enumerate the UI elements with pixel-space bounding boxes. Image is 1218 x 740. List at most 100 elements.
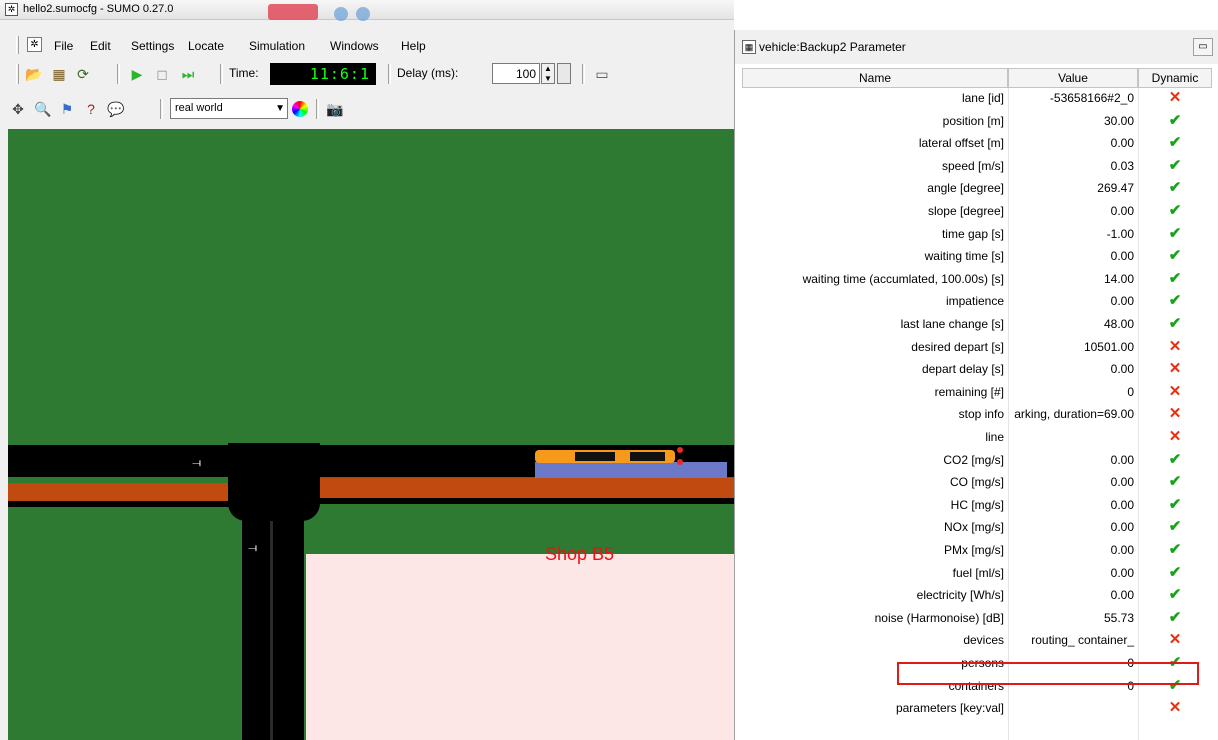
window-menu-icon[interactable]: ✲ [27, 37, 42, 52]
param-name: impatience [945, 294, 1004, 309]
param-name: HC [mg/s] [950, 497, 1004, 512]
menu-settings[interactable]: Settings [131, 39, 174, 53]
checkmark-icon: ✔ [1168, 586, 1182, 604]
vehicle-backup2[interactable] [535, 447, 685, 465]
open-network-icon[interactable]: ▦ [49, 64, 69, 84]
time-label: Time: [229, 66, 259, 80]
checkmark-icon: ✔ [1168, 450, 1182, 468]
table-row[interactable]: angle [degree] 269.47 ✔ [742, 178, 1212, 198]
shop-label: Shop B5 [545, 544, 615, 564]
lane-divider [270, 521, 273, 740]
menu-simulation[interactable]: Simulation [249, 39, 305, 53]
main-window-title: hello2.sumocfg - SUMO 0.27.0 [23, 3, 174, 15]
minimize-icon[interactable]: ▭ [1193, 38, 1213, 56]
delay-spinner[interactable]: ▲ ▼ [541, 63, 555, 84]
param-name: time gap [s] [941, 226, 1004, 241]
road-edge [8, 501, 236, 507]
table-row[interactable]: impatience 0.00 ✔ [742, 291, 1212, 311]
query-icon[interactable]: ? [81, 99, 101, 119]
cross-icon: ✕ [1168, 428, 1182, 445]
checkmark-icon: ✔ [1168, 156, 1182, 174]
table-row[interactable]: remaining [#] 0 ✕ [742, 382, 1212, 402]
checkmark-icon: ✔ [1168, 111, 1182, 129]
checkmark-icon: ✔ [1168, 179, 1182, 197]
table-row[interactable]: devices routing_ container_ ✕ [742, 630, 1212, 650]
stop-icon[interactable]: ◻ [152, 64, 172, 84]
run-icon[interactable]: ▶ [127, 64, 147, 84]
open-config-icon[interactable]: 📂 [24, 64, 44, 84]
table-row[interactable]: stop info arking, duration=69.00 ✕ [742, 404, 1212, 424]
table-row[interactable]: CO2 [mg/s] 0.00 ✔ [742, 450, 1212, 470]
table-row[interactable]: lateral offset [m] 0.00 ✔ [742, 133, 1212, 153]
param-value: 0.00 [1110, 520, 1134, 535]
intersection [228, 443, 320, 521]
param-name: position [m] [942, 113, 1004, 128]
param-value: 0.00 [1110, 497, 1134, 512]
table-row[interactable]: NOx [mg/s] 0.00 ✔ [742, 517, 1212, 537]
tooltip-icon[interactable]: 💬 [106, 99, 126, 119]
step-icon[interactable]: ⏭ [178, 64, 198, 84]
simulation-map-canvas[interactable]: Shop B5 ⟞ ⟞ [8, 129, 734, 740]
checkmark-icon: ✔ [1168, 292, 1182, 310]
column-header-name[interactable]: Name [742, 68, 1008, 88]
param-name: fuel [ml/s] [952, 565, 1004, 580]
menu-edit[interactable]: Edit [90, 39, 111, 53]
table-row[interactable]: waiting time (accumlated, 100.00s) [s] 14… [742, 269, 1212, 289]
param-value: 0.03 [1110, 158, 1134, 173]
column-header-value[interactable]: Value [1008, 68, 1138, 88]
checkmark-icon: ✔ [1168, 541, 1182, 558]
table-row[interactable]: last lane change [s] 48.00 ✔ [742, 314, 1212, 334]
param-name: desired depart [s] [911, 339, 1004, 354]
table-row[interactable]: HC [mg/s] 0.00 ✔ [742, 495, 1212, 515]
checkmark-icon: ✔ [1168, 224, 1182, 242]
table-row[interactable]: line ✕ [742, 427, 1212, 447]
checkmark-icon: ✔ [1168, 315, 1182, 332]
table-row[interactable]: position [m] 30.00 ✔ [742, 111, 1212, 131]
toolbar-separator [117, 64, 120, 84]
param-value: 0.00 [1110, 136, 1134, 151]
simulation-toolbar: 📂 ▦ ⟳ ▶ ◻ ⏭ Time: 11:6:1 Delay (ms): ▲▼ … [0, 60, 734, 88]
param-value: 0.00 [1110, 543, 1134, 557]
table-row[interactable]: desired depart [s] 10501.00 ✕ [742, 337, 1212, 357]
param-value: 0.00 [1110, 452, 1134, 467]
menu-file[interactable]: File [54, 39, 73, 53]
table-row[interactable]: CO [mg/s] 0.00 ✔ [742, 472, 1212, 492]
table-row[interactable]: lane [id] -53658166#2_0 ✕ [742, 88, 1212, 108]
delay-input[interactable] [492, 63, 540, 84]
table-row[interactable]: noise (Harmonoise) [dB] 55.73 ✔ [742, 608, 1212, 628]
menu-windows[interactable]: Windows [330, 39, 379, 53]
param-title-bar[interactable]: ▦ vehicle:Backup2 Parameter ▭ [735, 30, 1218, 64]
recenter-icon[interactable]: ✥ [8, 99, 28, 119]
zoom-icon[interactable]: 🔍 [33, 99, 53, 119]
new-view-icon[interactable]: ▭ [592, 64, 612, 84]
param-name: lane [id] [961, 91, 1004, 105]
table-row[interactable]: parameters [key:val] ✕ [742, 698, 1212, 718]
delay-slider[interactable] [557, 63, 571, 84]
table-row[interactable]: fuel [ml/s] 0.00 ✔ [742, 563, 1212, 583]
reload-icon[interactable]: ⟳ [73, 64, 93, 84]
locate-icon[interactable]: ⚑ [57, 99, 77, 119]
table-row[interactable]: PMx [mg/s] 0.00 ✔ [742, 540, 1212, 560]
background-blur-shape [268, 4, 318, 20]
menu-help[interactable]: Help [401, 39, 426, 53]
color-wheel-icon[interactable] [292, 101, 308, 117]
table-row[interactable]: slope [degree] 0.00 ✔ [742, 201, 1212, 221]
param-name: waiting time [s] [924, 249, 1004, 264]
param-value: -1.00 [1106, 226, 1134, 241]
main-title-bar[interactable]: ✲ hello2.sumocfg - SUMO 0.27.0 [0, 0, 734, 21]
param-name: NOx [mg/s] [943, 520, 1004, 535]
menu-locate[interactable]: Locate [188, 39, 224, 53]
cross-icon: ✕ [1168, 405, 1182, 423]
table-row[interactable]: electricity [Wh/s] 0.00 ✔ [742, 585, 1212, 605]
toolbar-separator [388, 64, 391, 84]
table-row[interactable]: depart delay [s] 0.00 ✕ [742, 359, 1212, 379]
toolbar-grip[interactable] [16, 64, 19, 84]
table-row[interactable]: time gap [s] -1.00 ✔ [742, 224, 1212, 244]
table-row[interactable]: speed [m/s] 0.03 ✔ [742, 156, 1212, 176]
menubar-grip[interactable] [16, 36, 19, 54]
view-scheme-select[interactable]: real world ▼ [170, 98, 288, 119]
column-header-dynamic[interactable]: Dynamic [1138, 68, 1212, 88]
param-name: line [985, 430, 1004, 444]
screenshot-icon[interactable]: 📷 [325, 99, 345, 119]
table-row[interactable]: waiting time [s] 0.00 ✔ [742, 246, 1212, 266]
